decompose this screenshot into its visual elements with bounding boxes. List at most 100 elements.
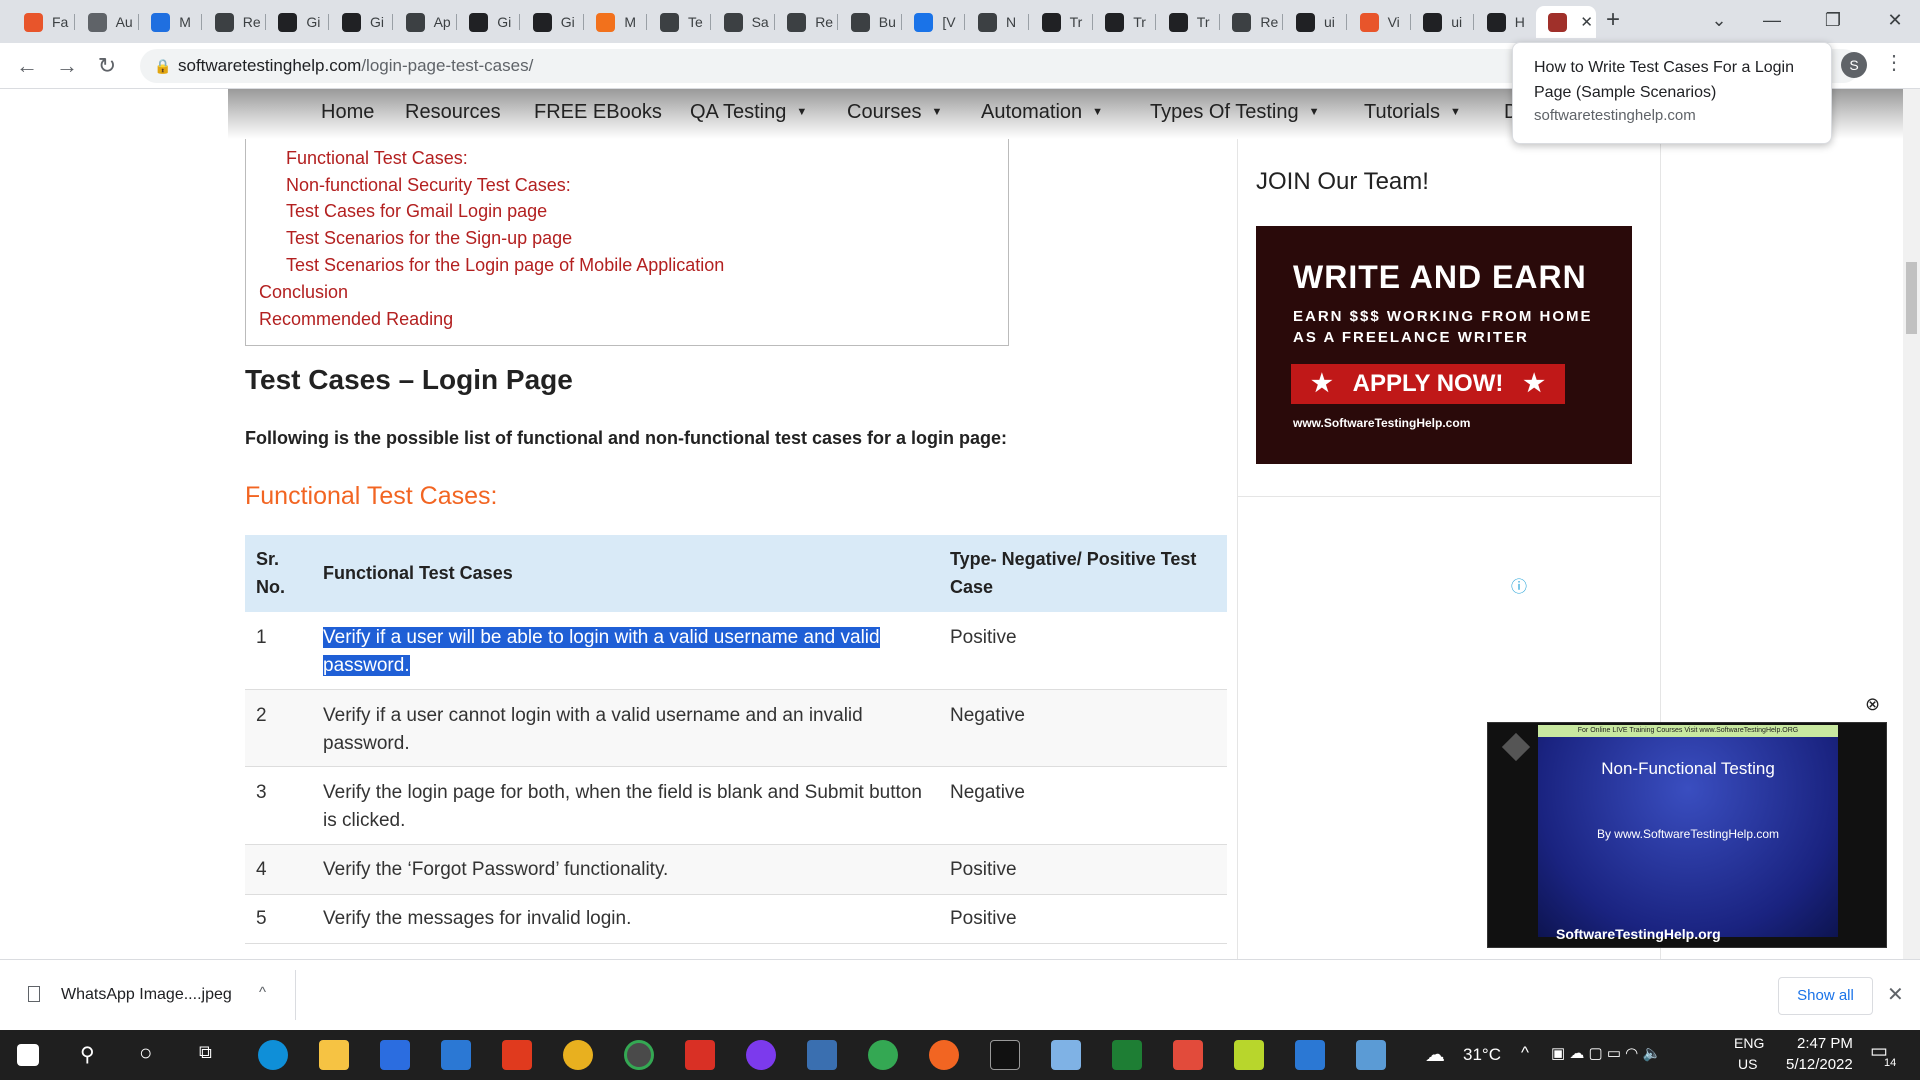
toc-link[interactable]: Test Scenarios for the Login page of Mob… [286, 255, 724, 276]
toc-link[interactable]: Conclusion [259, 282, 348, 303]
browser-tab[interactable]: Te [648, 6, 711, 38]
file-explorer-icon[interactable] [319, 1040, 349, 1070]
browser-tab[interactable]: Re [203, 6, 266, 38]
toc-link[interactable]: Recommended Reading [259, 309, 453, 330]
table-row: 5 Verify the messages for invalid login.… [245, 895, 1227, 944]
close-tab-icon[interactable]: ✕ [1580, 13, 1593, 31]
browser-tab[interactable]: Gi [521, 6, 584, 38]
browser-tab[interactable]: [V [902, 6, 966, 38]
menu-icon[interactable]: ⋮ [1884, 50, 1904, 75]
terminal-icon[interactable] [990, 1040, 1020, 1070]
forward-button[interactable]: → [52, 51, 82, 81]
photos-icon[interactable] [1356, 1040, 1386, 1070]
tab-icon [660, 12, 679, 32]
show-all-button[interactable]: Show all [1778, 977, 1873, 1015]
github-icon [469, 12, 489, 32]
ad-info-icon[interactable]: ⓘ [1511, 573, 1527, 597]
browser-tab[interactable]: Tr [1157, 6, 1220, 38]
app-icon[interactable] [1051, 1040, 1081, 1070]
browser-tab[interactable]: M [139, 6, 203, 38]
browser-tab[interactable]: Au [76, 6, 139, 38]
tray-chevron-icon[interactable]: ^ [1521, 1043, 1529, 1063]
tray-icons[interactable]: ▣ ☁ ▢ ▭ ◠ 🔈 [1551, 1044, 1661, 1062]
browser-tab[interactable]: Fa [12, 6, 75, 38]
browser-tab[interactable]: H [1475, 6, 1538, 38]
write-and-earn-ad[interactable]: WRITE AND EARN EARN $$$ WORKING FROM HOM… [1256, 226, 1632, 464]
new-tab-button[interactable]: + [1598, 6, 1628, 36]
scrollbar-thumb[interactable] [1906, 262, 1917, 334]
download-file-name[interactable]: WhatsApp Image....jpeg [61, 986, 232, 1004]
app-icon[interactable] [807, 1040, 837, 1070]
profile-avatar[interactable]: S [1841, 52, 1867, 78]
browser-tab[interactable]: Gi [330, 6, 393, 38]
browser-tab[interactable]: ui [1411, 6, 1475, 38]
minimize-button[interactable]: — [1747, 0, 1797, 40]
nav-automation[interactable]: Automation ▼ [981, 101, 1103, 124]
store-icon[interactable] [380, 1040, 410, 1070]
nav-free-ebooks[interactable]: FREE EBooks [534, 101, 662, 124]
k-icon [151, 12, 171, 32]
maximize-button[interactable]: ❐ [1808, 0, 1858, 40]
browser-tab[interactable]: Re [1220, 6, 1284, 38]
browser-tab[interactable]: Bu [839, 6, 902, 38]
page-scrollbar[interactable] [1903, 89, 1920, 959]
toc-link[interactable]: Functional Test Cases: [286, 148, 468, 169]
cell-type: Negative [950, 705, 1025, 726]
video-close-icon[interactable]: ⊗ [1865, 694, 1880, 715]
mail-icon[interactable] [441, 1040, 471, 1070]
cortana-icon[interactable]: ○ [139, 1040, 152, 1066]
windows-start-icon[interactable] [17, 1044, 39, 1066]
browser-tab[interactable]: Tr [1093, 6, 1157, 38]
browser-tab[interactable]: M [584, 6, 648, 38]
browser-tab[interactable]: ui [1284, 6, 1347, 38]
nav-resources[interactable]: Resources [405, 101, 501, 124]
browser-tab[interactable]: Gi [266, 6, 330, 38]
excel-icon[interactable] [1112, 1040, 1142, 1070]
pycharm-icon[interactable] [1234, 1040, 1264, 1070]
chrome-icon[interactable] [563, 1040, 593, 1070]
language[interactable]: ENG [1734, 1035, 1764, 1051]
clock-time[interactable]: 2:47 PM [1797, 1035, 1853, 1052]
apply-now-button[interactable]: ★ APPLY NOW! ★ [1291, 364, 1565, 404]
chrome-profile-icon[interactable] [624, 1040, 654, 1070]
nav-types-of-testing[interactable]: Types Of Testing ▼ [1150, 101, 1319, 124]
close-window-button[interactable]: ✕ [1870, 0, 1920, 40]
nav-home[interactable]: Home [321, 101, 374, 124]
app-icon[interactable] [685, 1040, 715, 1070]
close-downloads-icon[interactable]: ✕ [1887, 982, 1904, 1007]
tab-search-icon[interactable]: ⌄ [1694, 0, 1744, 40]
weather-icon[interactable]: ☁ [1425, 1042, 1445, 1067]
table-of-contents: Functional Test Cases: Non-functional Se… [245, 139, 1009, 346]
chevron-up-icon[interactable]: ^ [259, 984, 266, 1001]
tab-label: Au [115, 14, 133, 30]
browser-tab[interactable]: Sa [712, 6, 775, 38]
task-view-icon[interactable]: ⧉ [199, 1042, 212, 1063]
security-icon[interactable] [1295, 1040, 1325, 1070]
toc-link[interactable]: Non-functional Security Test Cases: [286, 175, 571, 196]
edge-icon[interactable] [258, 1040, 288, 1070]
chrome-icon[interactable] [868, 1040, 898, 1070]
app-icon[interactable] [1173, 1040, 1203, 1070]
toc-link[interactable]: Test Scenarios for the Sign-up page [286, 228, 572, 249]
video-player[interactable]: For Online LIVE Training Courses Visit w… [1487, 722, 1887, 948]
browser-tab[interactable]: Re [775, 6, 839, 38]
reload-button[interactable]: ↻ [92, 51, 122, 81]
tab-label: Ap [433, 14, 451, 30]
cell-type: Positive [950, 627, 1017, 648]
nav-qa-testing[interactable]: QA Testing ▼ [690, 101, 807, 124]
browser-tab[interactable]: Ap [394, 6, 457, 38]
nav-tutorials[interactable]: Tutorials ▼ [1364, 101, 1461, 124]
browser-tab[interactable]: N [966, 6, 1029, 38]
back-button[interactable]: ← [12, 51, 42, 81]
nav-courses[interactable]: Courses ▼ [847, 101, 942, 124]
browser-tab[interactable]: Gi [457, 6, 521, 38]
active-tab[interactable]: ✕ [1536, 6, 1597, 38]
office-icon[interactable] [502, 1040, 532, 1070]
toc-link[interactable]: Test Cases for Gmail Login page [286, 201, 547, 222]
app-icon[interactable] [746, 1040, 776, 1070]
cell-type: Positive [950, 908, 1017, 929]
browser-tab[interactable]: Vi [1348, 6, 1411, 38]
search-icon[interactable]: ⚲ [80, 1042, 95, 1067]
postman-icon[interactable] [929, 1040, 959, 1070]
browser-tab[interactable]: Tr [1030, 6, 1093, 38]
